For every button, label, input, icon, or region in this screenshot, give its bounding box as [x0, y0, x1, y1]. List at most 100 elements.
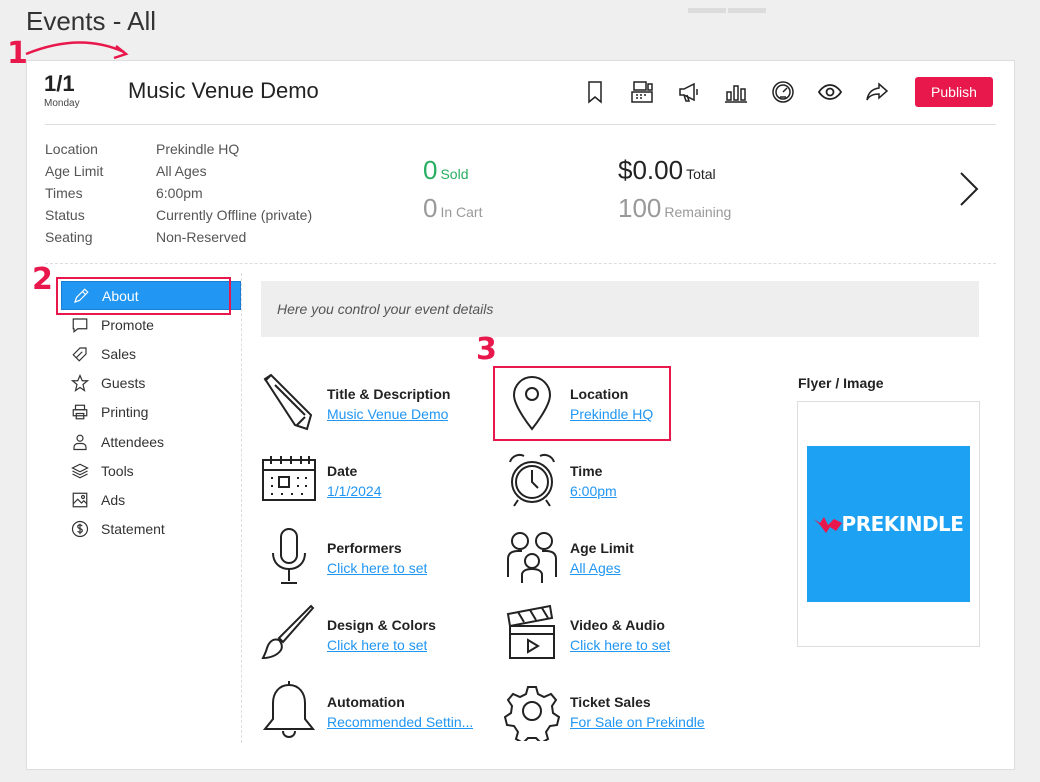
tile-link[interactable]: Click here to set: [570, 637, 670, 653]
remaining-label: Remaining: [664, 204, 732, 220]
bell-icon: [262, 681, 316, 739]
chat-icon: [69, 314, 91, 336]
sold-value: 0: [423, 155, 438, 185]
event-sidebar: About Promote Sales Guests Printing Atte…: [61, 281, 241, 544]
info-value: 6:00pm: [156, 185, 203, 201]
sidebar-item-ads[interactable]: Ads: [61, 485, 241, 514]
publish-button[interactable]: Publish: [915, 77, 993, 107]
total-value: $0.00: [618, 155, 684, 185]
sidebar-item-label: Printing: [101, 404, 149, 421]
tile-link[interactable]: Music Venue Demo: [327, 406, 448, 422]
share-icon[interactable]: [865, 80, 889, 104]
total-label: Total: [686, 166, 716, 182]
annotation-step-3: 3: [476, 332, 497, 367]
cart-value: 0: [423, 193, 438, 223]
sidebar-item-statement[interactable]: Statement: [61, 515, 241, 544]
tile-link[interactable]: Click here to set: [327, 637, 427, 653]
annotation-step-2: 2: [32, 262, 53, 297]
calendar-icon: [262, 456, 316, 501]
info-label: Age Limit: [45, 163, 104, 179]
tile-title-description[interactable]: Title & Description Music Venue Demo: [261, 373, 481, 437]
sidebar-item-guests[interactable]: Guests: [61, 369, 241, 398]
sold-label: Sold: [440, 166, 469, 182]
sidebar-item-label: Promote: [101, 316, 154, 333]
tile-title: Performers: [327, 540, 402, 556]
tile-link[interactable]: For Sale on Prekindle: [570, 714, 705, 730]
chevron-right-icon[interactable]: [957, 169, 981, 209]
tile-link[interactable]: 6:00pm: [570, 483, 617, 499]
info-value: All Ages: [156, 163, 207, 179]
sidebar-item-label: Tools: [101, 462, 134, 479]
register-icon[interactable]: [630, 80, 654, 104]
family-icon: [507, 532, 557, 583]
flyer-upload[interactable]: PREKINDLE: [797, 401, 980, 647]
tag-icon: [69, 343, 91, 365]
prekindle-logo: PREKINDLE: [813, 512, 964, 536]
info-notice: Here you control your event details: [261, 281, 979, 337]
info-value: Currently Offline (private): [156, 207, 313, 223]
tile-title: Time: [570, 463, 603, 479]
megaphone-icon[interactable]: [677, 80, 701, 104]
info-value: Non-Reserved: [156, 229, 247, 245]
alarm-clock-icon: [509, 453, 555, 507]
section-divider: [45, 263, 996, 264]
sidebar-item-label: Statement: [101, 521, 165, 538]
cart-label: In Cart: [440, 204, 483, 220]
tile-title: Age Limit: [570, 540, 634, 556]
dashboard-icon[interactable]: [771, 80, 795, 104]
info-label: Status: [45, 207, 85, 223]
printer-icon: [69, 401, 91, 423]
total-stat: $0.00 Total: [618, 155, 716, 186]
tile-link[interactable]: All Ages: [570, 560, 621, 576]
sidebar-item-label: Sales: [101, 345, 137, 362]
event-date-number: 1/1: [44, 71, 75, 96]
sidebar-item-tools[interactable]: Tools: [61, 456, 241, 485]
flyer-label: Flyer / Image: [798, 375, 884, 391]
info-row: Location Prekindle HQ: [45, 138, 312, 160]
tile-link[interactable]: 1/1/2024: [327, 483, 382, 499]
microphone-icon: [272, 528, 306, 584]
tile-age-limit[interactable]: Age Limit All Ages: [504, 527, 724, 591]
sidebar-item-printing[interactable]: Printing: [61, 398, 241, 427]
tile-link[interactable]: Click here to set: [327, 560, 427, 576]
tile-link[interactable]: Recommended Settin...: [327, 714, 473, 730]
header-toolbar: [583, 75, 912, 109]
pen-icon: [263, 373, 313, 431]
prekindle-logo-text: PREKINDLE: [841, 512, 964, 536]
image-icon: [69, 489, 91, 511]
eye-icon[interactable]: [818, 80, 842, 104]
tile-automation[interactable]: Automation Recommended Settin...: [261, 681, 481, 745]
event-title: Music Venue Demo: [128, 78, 319, 103]
tile-title: Video & Audio: [570, 617, 665, 633]
event-date: 1/1 Monday: [44, 71, 94, 110]
cart-stat: 0 In Cart: [423, 193, 482, 224]
tile-title: Date: [327, 463, 358, 479]
info-row: Times 6:00pm: [45, 182, 312, 204]
tile-design-colors[interactable]: Design & Colors Click here to set: [261, 604, 481, 668]
tile-date[interactable]: Date 1/1/2024: [261, 450, 481, 514]
tile-title: Ticket Sales: [570, 694, 651, 710]
tile-performers[interactable]: Performers Click here to set: [261, 527, 481, 591]
tile-time[interactable]: Time 6:00pm: [504, 450, 724, 514]
top-tab-strip: [688, 0, 768, 13]
event-header: 1/1 Monday Music Venue Demo Publish: [27, 61, 1014, 125]
sidebar-item-attendees[interactable]: Attendees: [61, 427, 241, 456]
bookmark-icon[interactable]: [583, 80, 607, 104]
info-label: Seating: [45, 229, 93, 245]
info-label: Location: [45, 141, 98, 157]
remaining-stat: 100 Remaining: [618, 193, 731, 224]
bar-chart-icon[interactable]: [724, 80, 748, 104]
star-icon: [69, 372, 91, 394]
tile-video-audio[interactable]: Video & Audio Click here to set: [504, 604, 724, 668]
clapperboard-icon: [506, 604, 555, 659]
sidebar-item-label: Attendees: [101, 433, 165, 450]
sidebar-item-sales[interactable]: Sales: [61, 339, 241, 368]
sidebar-item-label: Ads: [101, 491, 126, 508]
sidebar-divider: [241, 273, 242, 743]
tile-ticket-sales[interactable]: Ticket Sales For Sale on Prekindle: [504, 681, 724, 745]
person-icon: [69, 431, 91, 453]
sidebar-item-label: Guests: [101, 375, 146, 392]
header-divider: [45, 124, 996, 125]
info-label: Times: [45, 185, 83, 201]
sold-stat: 0 Sold: [423, 155, 469, 186]
